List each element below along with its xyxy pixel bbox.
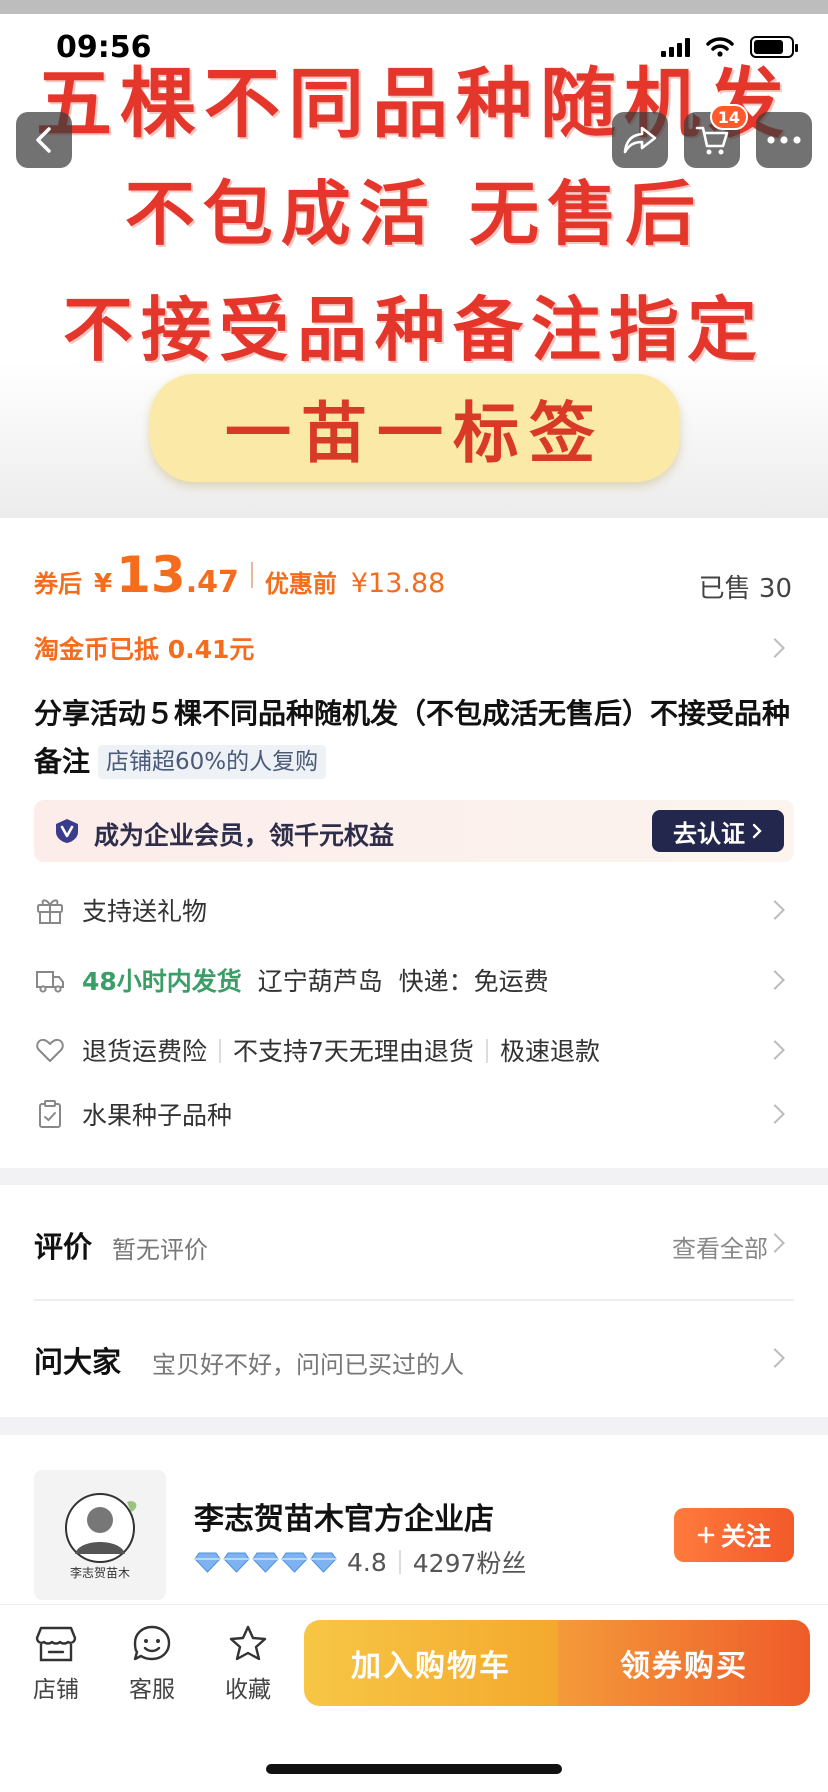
- shop-logo[interactable]: 李志贺苗木: [34, 1470, 166, 1600]
- service-label: 客服: [129, 1677, 175, 1703]
- hero-line-3: 不接受品种备注指定: [63, 289, 765, 371]
- diamond-icon: [194, 1552, 221, 1573]
- cart-count-badge: 14: [709, 104, 748, 130]
- reviews-title: 评价: [34, 1230, 93, 1264]
- signal-icon: [661, 37, 690, 57]
- share-button[interactable]: [612, 112, 668, 168]
- wifi-icon: [706, 37, 734, 57]
- category-text: 水果种子品种: [82, 1101, 233, 1130]
- ship-location: 辽宁葫芦岛: [257, 967, 383, 996]
- chevron-right-icon: [752, 823, 762, 839]
- price-decimal: .47: [185, 565, 239, 600]
- battery-icon: [750, 36, 798, 58]
- diamond-icon: [252, 1552, 279, 1573]
- review-card: [0, 1185, 828, 1417]
- hero-pill-text: 一苗一标签: [225, 395, 605, 472]
- diamond-icon: [281, 1552, 308, 1573]
- more-button[interactable]: [756, 112, 812, 168]
- separator: [398, 1550, 401, 1574]
- after-coupon-label: 券后: [34, 570, 82, 598]
- member-banner-text: 成为企业会员，领千元权益: [94, 821, 395, 850]
- diamond-icon: [223, 1552, 250, 1573]
- shop-meta: 4.8 4297粉丝: [194, 1544, 526, 1580]
- ship-time: 48小时内发货: [82, 967, 242, 996]
- shop-name[interactable]: 李志贺苗木官方企业店: [194, 1494, 494, 1538]
- repurchase-tag: 店铺超60%的人复购: [98, 745, 327, 779]
- cart-button[interactable]: 14: [684, 104, 748, 168]
- customer-service-icon: [133, 1625, 171, 1661]
- heart-shield-icon: [36, 1038, 64, 1062]
- currency-symbol: ¥: [94, 569, 113, 599]
- follow-label: 关注: [720, 1522, 771, 1551]
- customer-service-tab[interactable]: 客服: [112, 1624, 192, 1704]
- store-icon: [35, 1626, 77, 1662]
- reviews-empty-text: 暂无评价: [112, 1236, 208, 1264]
- no-7day-return: 不支持7天无理由退货: [233, 1037, 474, 1066]
- v-shield-icon: [56, 819, 78, 843]
- ask-everyone-title[interactable]: 问大家: [34, 1339, 121, 1381]
- share-icon: [623, 126, 657, 154]
- divider: [34, 1299, 794, 1301]
- shipping-info: 48小时内发货 辽宁葫芦岛 快递：免运费: [82, 962, 549, 998]
- add-to-cart-button[interactable]: 加入购物车: [304, 1620, 558, 1706]
- product-title: 分享活动５棵不同品种随机发（不包成活无售后）不接受品种备注 店铺超60%的人复购: [34, 690, 794, 786]
- favorite-tab[interactable]: 收藏: [208, 1624, 288, 1704]
- ask-everyone-prompt[interactable]: 宝贝好不好，问问已买过的人: [152, 1345, 464, 1380]
- before-discount-label: 优惠前: [264, 570, 337, 598]
- chevron-left-icon: [36, 127, 51, 153]
- star-icon: [229, 1625, 267, 1661]
- favorite-label: 收藏: [225, 1677, 271, 1703]
- diamond-icon: [310, 1552, 337, 1573]
- store-label: 店铺: [33, 1677, 79, 1703]
- return-insurance: 退货运费险: [82, 1037, 208, 1066]
- buy-with-coupon-button[interactable]: 领券购买: [558, 1620, 810, 1706]
- service-row-gift[interactable]: 支持送礼物: [34, 885, 794, 935]
- shop-level-diamonds: [194, 1551, 337, 1573]
- plus-icon: [697, 1526, 715, 1544]
- back-button[interactable]: [16, 112, 72, 168]
- guarantee-info: 退货运费险 不支持7天无理由退货 极速退款: [82, 1032, 600, 1068]
- view-all-reviews-link[interactable]: 查看全部: [672, 1229, 768, 1264]
- hero-label-pill: 一苗一标签: [150, 374, 680, 482]
- service-row-category[interactable]: 水果种子品种: [34, 1089, 794, 1139]
- clipboard-icon: [39, 1100, 61, 1128]
- gift-icon: [37, 899, 63, 924]
- gift-support-text: 支持送礼物: [82, 897, 208, 926]
- more-icon: [767, 136, 801, 144]
- fast-refund: 极速退款: [499, 1037, 600, 1066]
- ship-fee: 快递：免运费: [398, 967, 549, 996]
- price-integer: 13: [116, 546, 186, 604]
- hero-line-2: 不包成活 无售后: [124, 173, 704, 255]
- service-row-shipping[interactable]: 48小时内发货 辽宁葫芦岛 快递：免运费: [34, 955, 794, 1005]
- status-time: 09:56: [56, 30, 152, 65]
- home-indicator: [266, 1764, 562, 1774]
- price-divider: [250, 562, 253, 588]
- top-strip: [0, 0, 828, 14]
- shop-logo-text: 李志贺苗木: [70, 1565, 130, 1580]
- price-row: 券后 ¥ 13 .47 优惠前 ¥13.88: [34, 546, 445, 604]
- taojinbi-deduction[interactable]: 淘金币已抵 0.41元: [34, 630, 254, 666]
- verify-button[interactable]: 去认证: [652, 810, 784, 852]
- separator: [219, 1039, 222, 1063]
- enterprise-member-banner[interactable]: 成为企业会员，领千元权益 去认证: [34, 800, 794, 862]
- follow-button[interactable]: 关注: [674, 1508, 794, 1562]
- truck-icon: [36, 971, 64, 993]
- verify-button-label: 去认证: [673, 819, 745, 848]
- store-tab[interactable]: 店铺: [16, 1624, 96, 1704]
- status-icons: [661, 36, 798, 58]
- shop-fans: 4297粉丝: [412, 1549, 527, 1578]
- separator: [485, 1039, 488, 1063]
- service-row-guarantee[interactable]: 退货运费险 不支持7天无理由退货 极速退款: [34, 1025, 794, 1075]
- hero-banner-image[interactable]: 五棵不同品种随机发 不包成活 无售后 不接受品种备注指定 一苗一标签: [0, 0, 828, 518]
- shop-logo-image: 李志贺苗木: [65, 1493, 137, 1580]
- shop-rating: 4.8: [347, 1547, 387, 1577]
- before-discount-price: ¥13.88: [350, 568, 446, 599]
- sold-count: 已售 30: [698, 574, 792, 604]
